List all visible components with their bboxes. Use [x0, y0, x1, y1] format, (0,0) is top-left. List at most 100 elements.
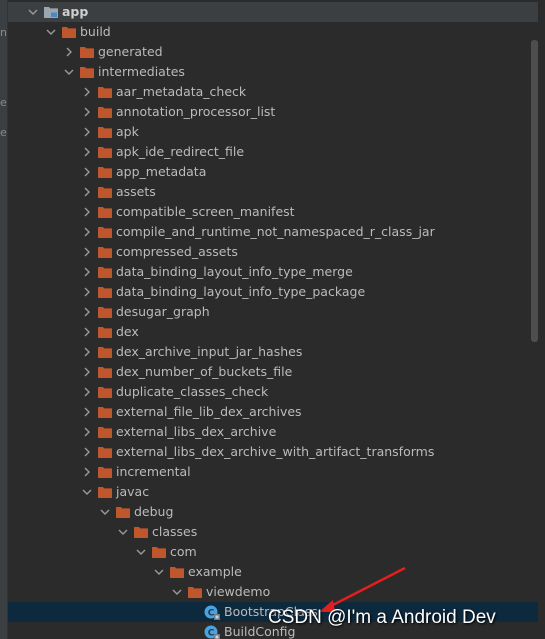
chevron-down-icon[interactable] — [98, 502, 112, 522]
chevron-right-icon[interactable] — [80, 162, 94, 182]
tree-row[interactable]: generated — [8, 42, 538, 62]
tree-row[interactable]: apk_ide_redirect_file — [8, 142, 538, 162]
project-tree[interactable]: app build generated intermediates aar_metada… — [8, 0, 538, 639]
tree-row[interactable]: debug — [8, 502, 538, 522]
chevron-right-icon[interactable] — [80, 302, 94, 322]
folder-icon — [98, 326, 112, 338]
tree-row-label: data_binding_layout_info_type_package — [116, 284, 366, 299]
tree-row[interactable]: viewdemo — [8, 582, 538, 602]
folder-icon — [152, 546, 166, 558]
folder-icon — [80, 46, 94, 58]
tree-row-label: external_file_lib_dex_archives — [116, 404, 302, 419]
tree-row[interactable]: external_libs_dex_archive — [8, 422, 538, 442]
tree-row-label: classes — [152, 524, 198, 539]
folder-icon — [98, 166, 112, 178]
tree-row[interactable]: apk — [8, 122, 538, 142]
chevron-down-icon[interactable] — [26, 2, 40, 22]
tree-row[interactable]: external_libs_dex_archive_with_artifact_… — [8, 442, 538, 462]
svg-text:C: C — [208, 629, 215, 639]
tree-row-label: example — [188, 564, 242, 579]
tree-row[interactable]: compressed_assets — [8, 242, 538, 262]
tree-row[interactable]: dex — [8, 322, 538, 342]
tree-row[interactable]: build — [8, 22, 538, 42]
vertical-scrollbar[interactable] — [531, 40, 538, 342]
folder-icon — [98, 486, 112, 498]
folder-icon — [98, 446, 112, 458]
tree-row-label: aar_metadata_check — [116, 84, 247, 99]
chevron-down-icon[interactable] — [44, 22, 58, 42]
tree-row[interactable]: external_file_lib_dex_archives — [8, 402, 538, 422]
tree-row-label: app_metadata — [116, 164, 207, 179]
folder-icon — [98, 186, 112, 198]
chevron-down-icon[interactable] — [116, 522, 130, 542]
tree-row[interactable]: annotation_processor_list — [8, 102, 538, 122]
chevron-right-icon[interactable] — [80, 382, 94, 402]
tree-row[interactable]: data_binding_layout_info_type_package — [8, 282, 538, 302]
chevron-right-icon[interactable] — [80, 262, 94, 282]
folder-icon — [98, 86, 112, 98]
folder-icon — [116, 506, 130, 518]
tree-row[interactable]: dex_archive_input_jar_hashes — [8, 342, 538, 362]
chevron-right-icon[interactable] — [80, 242, 94, 262]
tree-row[interactable]: dex_number_of_buckets_file — [8, 362, 538, 382]
folder-icon — [98, 366, 112, 378]
chevron-down-icon[interactable] — [80, 482, 94, 502]
chevron-right-icon[interactable] — [80, 442, 94, 462]
tree-row[interactable]: app — [8, 2, 538, 22]
chevron-right-icon[interactable] — [80, 202, 94, 222]
chevron-down-icon[interactable] — [134, 542, 148, 562]
folder-icon — [98, 226, 112, 238]
tree-row[interactable]: intermediates — [8, 62, 538, 82]
chevron-right-icon[interactable] — [80, 182, 94, 202]
tree-row-label: duplicate_classes_check — [116, 384, 269, 399]
tree-row-label: desugar_graph — [116, 304, 210, 319]
tree-row[interactable]: assets — [8, 182, 538, 202]
tree-row-label: incremental — [116, 464, 191, 479]
tree-row[interactable]: data_binding_layout_info_type_merge — [8, 262, 538, 282]
chevron-right-icon[interactable] — [80, 122, 94, 142]
chevron-right-icon[interactable] — [80, 222, 94, 242]
chevron-right-icon[interactable] — [80, 82, 94, 102]
chevron-right-icon[interactable] — [62, 42, 76, 62]
tree-row[interactable]: example — [8, 562, 538, 582]
tree-row[interactable]: aar_metadata_check — [8, 82, 538, 102]
chevron-down-icon[interactable] — [152, 562, 166, 582]
tree-row-label: viewdemo — [206, 584, 271, 599]
chevron-right-icon[interactable] — [80, 282, 94, 302]
chevron-right-icon[interactable] — [80, 402, 94, 422]
tree-row-label: intermediates — [98, 64, 185, 79]
folder-icon — [98, 206, 112, 218]
tree-row[interactable]: app_metadata — [8, 162, 538, 182]
chevron-right-icon[interactable] — [80, 422, 94, 442]
chevron-right-icon[interactable] — [80, 322, 94, 342]
chevron-right-icon[interactable] — [80, 102, 94, 122]
tree-row[interactable]: incremental — [8, 462, 538, 482]
tree-row[interactable]: desugar_graph — [8, 302, 538, 322]
chevron-right-icon[interactable] — [80, 462, 94, 482]
gutter-char: e — [0, 126, 7, 139]
folder-icon — [98, 406, 112, 418]
tree-row-label: dex — [116, 324, 139, 339]
chevron-right-icon[interactable] — [80, 362, 94, 382]
tree-row-label: build — [80, 24, 111, 39]
tree-row[interactable]: com — [8, 542, 538, 562]
tree-row-label: debug — [134, 504, 174, 519]
chevron-down-icon[interactable] — [62, 62, 76, 82]
tree-row[interactable]: duplicate_classes_check — [8, 382, 538, 402]
svg-text:C: C — [208, 609, 215, 619]
tree-row[interactable]: compile_and_runtime_not_namespaced_r_cla… — [8, 222, 538, 242]
folder-icon — [98, 386, 112, 398]
chevron-right-icon[interactable] — [80, 142, 94, 162]
chevron-right-icon[interactable] — [80, 342, 94, 362]
tree-row[interactable]: compatible_screen_manifest — [8, 202, 538, 222]
tree-row[interactable]: javac — [8, 482, 538, 502]
folder-icon — [98, 106, 112, 118]
folder-icon — [98, 466, 112, 478]
tree-row-label: annotation_processor_list — [116, 104, 276, 119]
watermark-text: CSDN @I'm a Android Dev — [268, 607, 496, 628]
folder-icon — [188, 586, 202, 598]
gutter-char: e — [0, 96, 7, 109]
chevron-down-icon[interactable] — [170, 582, 184, 602]
tree-row[interactable]: classes — [8, 522, 538, 542]
tree-row-label: assets — [116, 184, 156, 199]
